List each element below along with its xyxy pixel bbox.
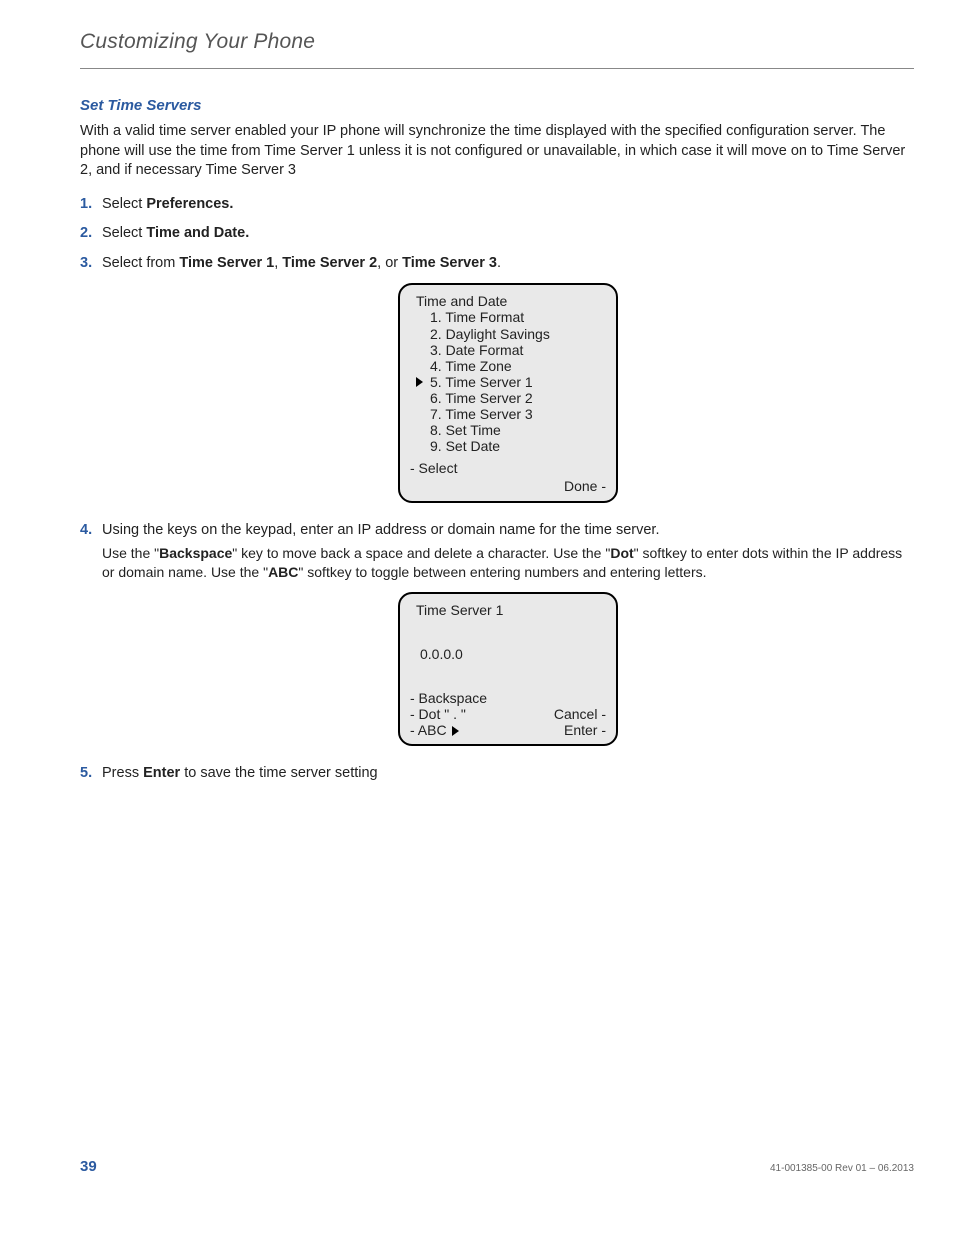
step-1-pre: Select (102, 196, 146, 212)
screen1-item-9: 9. Set Date (430, 438, 606, 454)
screen2-value: 0.0.0.0 (410, 646, 606, 662)
step-4-a: Use the " (102, 545, 159, 561)
screen1-item-7: 7. Time Server 3 (430, 406, 606, 422)
step-4-cb: ABC (268, 564, 298, 580)
step-1-bold: Preferences. (146, 196, 233, 212)
screen1-item-3: 3. Date Format (430, 342, 606, 358)
doc-revision: 41-001385-00 Rev 01 – 06.2013 (770, 1163, 914, 1174)
screen1-item-1: 1. Time Format (430, 309, 606, 325)
step-3: Select from Time Server 1, Time Server 2… (80, 254, 914, 503)
screen1-softkey-done: Done - (564, 478, 606, 494)
step-5-pre: Press (102, 765, 143, 781)
screen1-item-4: 4. Time Zone (430, 358, 606, 374)
step-4-line2: Use the "Backspace" key to move back a s… (102, 544, 914, 582)
page-footer: 39 41-001385-00 Rev 01 – 06.2013 (80, 1158, 914, 1175)
screen2-softkey-dot: - Dot " . " (410, 706, 487, 722)
screen1-title: Time and Date (410, 293, 606, 309)
step-4-b: " key to move back a space and delete a … (232, 545, 610, 561)
step-3-b3: Time Server 3 (402, 255, 497, 271)
screen1-item-8: 8. Set Time (430, 422, 606, 438)
screen1-item-5: 5. Time Server 1 (430, 374, 606, 390)
step-3-tail: . (497, 255, 501, 271)
section-title: Set Time Servers (80, 97, 914, 114)
screen2-title: Time Server 1 (410, 602, 606, 618)
step-2-pre: Select (102, 225, 146, 241)
screen2-softkey-enter: Enter - (554, 722, 606, 738)
screen2-softkey-abc: - ABC (410, 722, 487, 738)
step-2: Select Time and Date. (80, 224, 914, 244)
screen2-softkey-backspace: - Backspace (410, 690, 487, 706)
section-intro: With a valid time server enabled your IP… (80, 122, 914, 181)
steps-list: Select Preferences. Select Time and Date… (80, 195, 914, 784)
page-number: 39 (80, 1158, 97, 1175)
screen1-item-2: 2. Daylight Savings (430, 326, 606, 342)
step-2-bold: Time and Date. (146, 225, 249, 241)
step-4-bb: Dot (610, 545, 633, 561)
step-1: Select Preferences. (80, 195, 914, 215)
step-3-pre: Select from (102, 255, 179, 271)
step-5-bold: Enter (143, 765, 180, 781)
running-head: Customizing Your Phone (80, 30, 914, 69)
step-5-post: to save the time server setting (180, 765, 377, 781)
chevron-right-icon (452, 726, 459, 736)
phone-screen-time-and-date: Time and Date 1. Time Format 2. Daylight… (398, 283, 618, 502)
step-4-ab: Backspace (159, 545, 232, 561)
step-5: Press Enter to save the time server sett… (80, 764, 914, 784)
screen2-softkey-cancel: Cancel - (554, 706, 606, 722)
screen1-item-6: 6. Time Server 2 (430, 390, 606, 406)
step-3-sep2: , or (377, 255, 402, 271)
screen1-menu: 1. Time Format 2. Daylight Savings 3. Da… (410, 309, 606, 454)
step-3-b1: Time Server 1 (179, 255, 274, 271)
screen1-softkey-select: - Select (410, 460, 457, 476)
step-4-line1: Using the keys on the keypad, enter an I… (102, 522, 659, 538)
step-3-b2: Time Server 2 (282, 255, 377, 271)
step-4: Using the keys on the keypad, enter an I… (80, 521, 914, 747)
phone-screen-time-server-1: Time Server 1 0.0.0.0 - Backspace - Dot … (398, 592, 618, 746)
step-4-d: " softkey to toggle between entering num… (298, 564, 706, 580)
